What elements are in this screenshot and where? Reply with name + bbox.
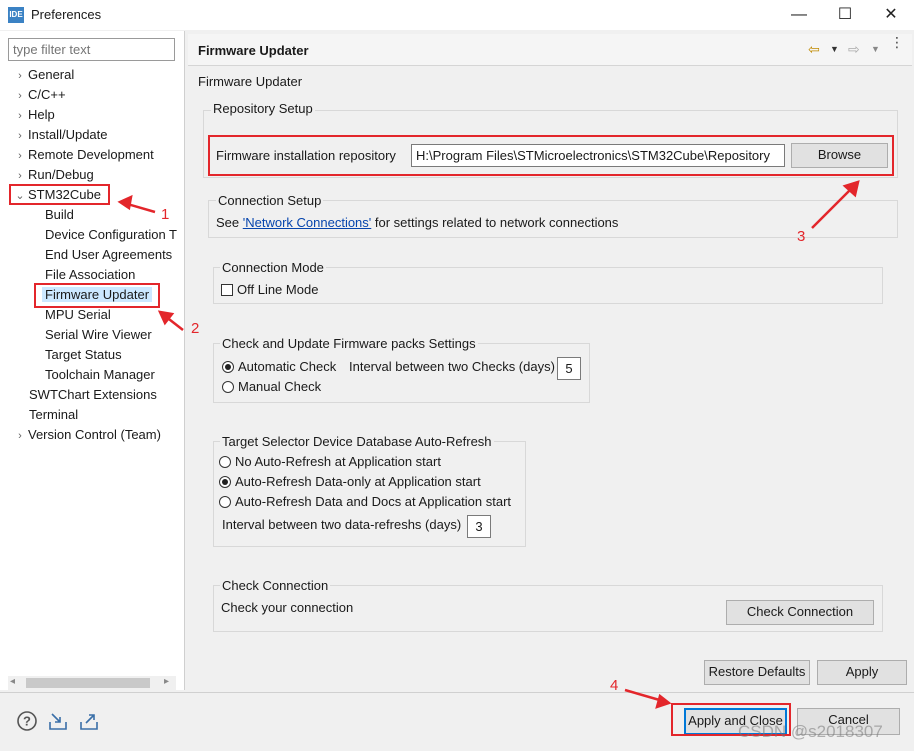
annotation-number-3: 3	[797, 228, 806, 245]
annotation-number-1: 1	[161, 206, 170, 223]
annotation-arrowhead-4	[655, 693, 672, 709]
annotation-number-2: 2	[191, 320, 200, 337]
annotation-arrows	[117, 180, 860, 709]
annotation-arrowhead-1	[117, 194, 133, 211]
annotation-arrow-4	[624, 688, 664, 703]
annotation-number-4: 4	[610, 677, 619, 694]
annotation-arrow-3	[811, 186, 854, 229]
